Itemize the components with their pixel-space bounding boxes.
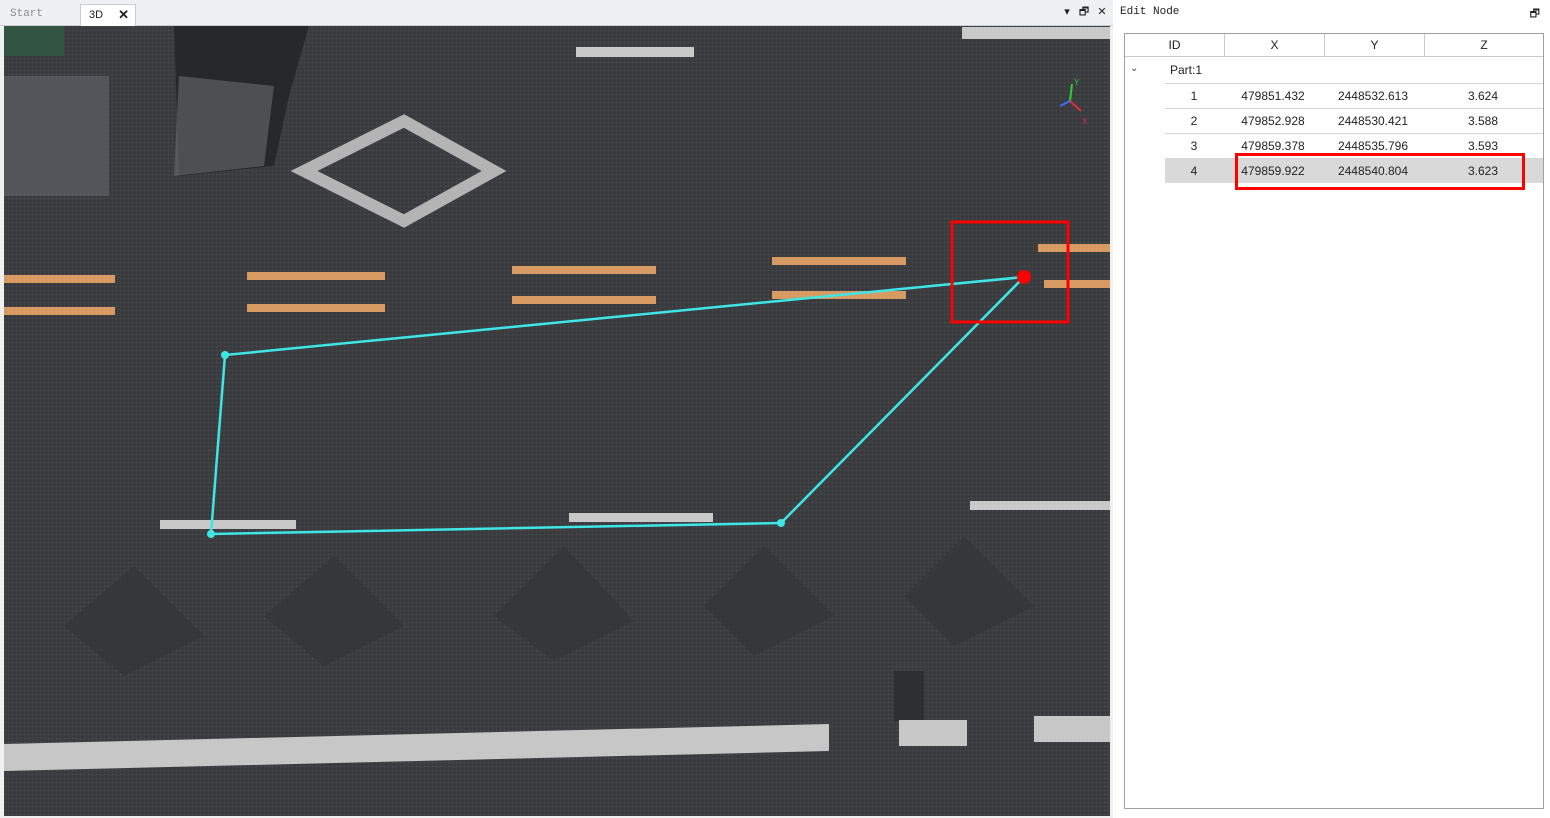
polygon-node-3[interactable] [207,530,215,538]
cell-y: 2448535.796 [1337,139,1409,153]
tab-3d-label: 3D [89,9,104,21]
vehicle-shape [174,76,274,176]
group-row-part[interactable]: ⌄ Part:1 [1125,58,1543,83]
chevron-down-icon[interactable]: ⌄ [1130,63,1138,74]
column-header-y[interactable]: Y [1325,34,1425,57]
cell-z: 3.624 [1467,89,1499,103]
cell-y: 2448530.421 [1337,114,1409,128]
lane-dash [569,513,713,522]
cell-z: 3.623 [1467,164,1499,178]
tab-3d[interactable]: 3D ✕ [80,4,136,26]
yellow-lane-line [247,272,385,280]
document-area: Start Page 3D ✕ ▾ 🗗 ✕ [0,0,1113,818]
cell-id: 2 [1190,114,1198,128]
panel-title: Edit Node [1120,6,1180,18]
column-header-id[interactable]: ID [1125,34,1225,57]
column-header-z[interactable]: Z [1425,34,1543,57]
yellow-lane-line [4,275,115,283]
yellow-lane-line [4,307,115,315]
table-row-selected[interactable]: 4 479859.922 2448540.804 3.623 [1165,158,1543,183]
road-shade [4,26,1110,816]
restore-panel-icon[interactable]: 🗗 [1530,5,1540,24]
table-row[interactable]: 2 479852.928 2448530.421 3.588 [1165,108,1543,133]
tab-strip: Start Page 3D ✕ ▾ 🗗 ✕ [0,0,1113,40]
vehicle-shape [4,76,109,196]
lane-dash [899,720,967,746]
cell-y: 2448540.804 [1337,164,1409,178]
column-header-x[interactable]: X [1225,34,1325,57]
lane-dash [576,47,694,57]
yellow-lane-line [1044,280,1110,288]
node-grid[interactable]: ID X Y Z ⌄ Part:1 1 479851.432 2448532.6… [1124,33,1544,809]
grid-header: ID X Y Z [1125,34,1543,57]
cell-id: 1 [1190,89,1198,103]
3d-viewport[interactable]: Y X [4,26,1110,816]
lane-dash [962,27,1110,39]
yellow-lane-line [512,296,656,304]
shadow-shape [894,671,924,721]
cell-x: 479851.432 [1241,89,1305,103]
close-window-icon[interactable]: ✕ [1095,5,1109,19]
tab-start-page[interactable]: Start Page [2,4,76,40]
cell-x: 479852.928 [1241,114,1305,128]
restore-window-icon[interactable]: 🗗 [1077,5,1091,19]
close-icon[interactable]: ✕ [118,5,129,25]
table-row[interactable]: 1 479851.432 2448532.613 3.624 [1165,83,1543,108]
lane-dash [160,520,296,529]
point-cloud-scene[interactable]: Y X [4,26,1110,816]
cell-y: 2448532.613 [1337,89,1409,103]
polygon-node-2[interactable] [777,519,785,527]
cell-x: 479859.922 [1241,164,1305,178]
yellow-lane-line [247,304,385,312]
table-row[interactable]: 3 479859.378 2448535.796 3.593 [1165,133,1543,158]
cell-id: 4 [1190,164,1198,178]
axis-label-x: X [1082,117,1088,126]
cell-x: 479859.378 [1241,139,1305,153]
lane-dash [970,501,1110,510]
polygon-node-1[interactable] [221,351,229,359]
yellow-lane-line [512,266,656,274]
yellow-lane-line [772,257,906,265]
edit-node-panel: Edit Node 🗗 ID X Y Z ⌄ Part:1 1 479851.4… [1113,0,1550,818]
vehicle-shape [4,26,64,56]
yellow-lane-line [1038,244,1110,252]
group-label: Part:1 [1170,63,1203,77]
lane-dash [1034,716,1110,742]
cell-id: 3 [1190,139,1198,153]
cell-z: 3.593 [1467,139,1499,153]
axis-label-y: Y [1074,78,1080,87]
cell-z: 3.588 [1467,114,1499,128]
dropdown-icon[interactable]: ▾ [1060,5,1074,19]
selected-node[interactable] [1017,270,1031,284]
